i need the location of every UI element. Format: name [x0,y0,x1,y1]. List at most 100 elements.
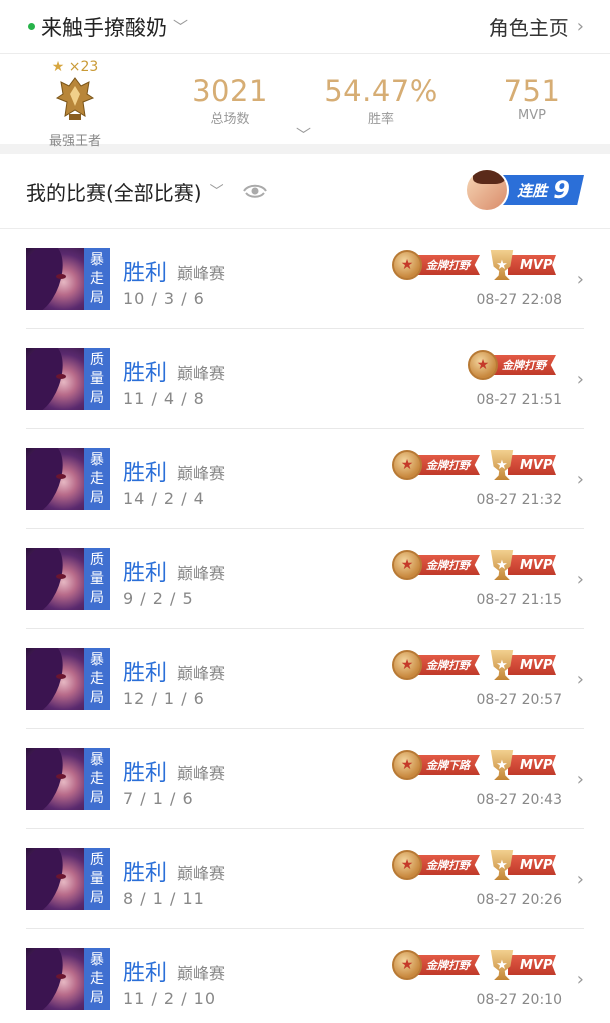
mvp-badge: ★ MVP [488,950,556,980]
match-kda: 11 / 2 / 10 [123,989,217,1008]
match-mode-tag: 暴 走 局 [84,448,110,510]
match-time: 08-27 20:43 [476,792,562,808]
gold-badge-label: 金牌打野 [414,655,480,675]
match-kda: 14 / 2 / 4 [123,489,205,508]
gold-medal-badge: ★ 金牌打野 [392,950,480,980]
hero-block: 质 量 局 [26,848,110,910]
chevron-right-icon: › [576,669,584,690]
match-result: 胜利 [123,761,168,786]
match-row[interactable]: 暴 走 局 胜利 巅峰赛 11 / 2 / 10 ★ 金牌打野 ★ MVP 08… [26,929,584,1023]
match-row[interactable]: 暴 走 局 胜利 巅峰赛 10 / 3 / 6 ★ 金牌打野 ★ MVP 08-… [26,229,584,329]
mode-char: 走 [90,470,104,487]
mode-char: 局 [90,589,104,606]
mode-char: 量 [90,870,104,887]
match-time: 08-27 20:26 [476,892,562,908]
role-homepage-link[interactable]: 角色主页 › [489,12,584,41]
mode-char: 量 [90,370,104,387]
medal-icon: ★ [392,450,422,480]
medal-icon: ★ [392,250,422,280]
mode-char: 量 [90,570,104,587]
match-kda: 11 / 4 / 8 [123,389,205,408]
hero-avatar [26,848,84,910]
eye-icon[interactable] [242,178,268,204]
match-mode-tag: 暴 走 局 [84,748,110,810]
match-mode-tag: 质 量 局 [84,548,110,610]
medal-icon: ★ [392,750,422,780]
medal-icon: ★ [468,350,498,380]
stat-value: 751 [503,74,561,108]
online-status-dot [28,23,35,30]
win-streak-badge: 连胜 9 [465,168,584,212]
match-row[interactable]: 质 量 局 胜利 巅峰赛 11 / 4 / 8 ★ 金牌打野 ★ 08-27 2… [26,329,584,429]
match-result: 胜利 [123,861,168,886]
stat-label: MVP [518,108,546,123]
match-mode-tag: 质 量 局 [84,348,110,410]
match-row[interactable]: 暴 走 局 胜利 巅峰赛 12 / 1 / 6 ★ 金牌打野 ★ MVP 08-… [26,629,584,729]
mode-char: 暴 [90,451,104,468]
match-type: 巅峰赛 [177,264,226,283]
chevron-right-icon: › [576,469,584,490]
gold-medal-badge: ★ 金牌打野 [392,650,480,680]
star-count: ×23 [68,59,99,75]
expand-stats-chevron-icon[interactable]: ﹀ [296,124,311,145]
mvp-label: MVP [508,455,556,475]
mode-char: 暴 [90,251,104,268]
match-kda: 7 / 1 / 6 [123,789,194,808]
rank-emblem-icon [55,77,95,120]
match-result: 胜利 [123,461,168,486]
mvp-badge: ★ MVP [488,650,556,680]
top-bar: 来触手撩酸奶 ﹀ 角色主页 › [0,0,610,54]
gold-medal-badge: ★ 金牌下路 [392,750,480,780]
match-row[interactable]: 暴 走 局 胜利 巅峰赛 7 / 1 / 6 ★ 金牌下路 ★ MVP 08-2… [26,729,584,829]
chevron-right-icon: › [576,369,584,390]
match-kda: 12 / 1 / 6 [123,689,205,708]
mode-char: 局 [90,489,104,506]
match-result: 胜利 [123,661,168,686]
mode-char: 暴 [90,951,104,968]
hero-block: 暴 走 局 [26,948,110,1010]
mode-char: 质 [90,851,104,868]
match-type: 巅峰赛 [177,864,226,883]
mode-char: 局 [90,289,104,306]
chevron-right-icon: › [576,969,584,990]
mvp-label: MVP [508,855,556,875]
gold-badge-label: 金牌下路 [414,755,480,775]
match-badges: ★ 金牌打野 ★ MVP [392,850,556,880]
hero-block: 暴 走 局 [26,248,110,310]
match-type: 巅峰赛 [177,464,226,483]
chevron-down-icon[interactable]: ﹀ [210,181,224,201]
rank-block[interactable]: ★ ×23 最强王者 [40,60,110,149]
hero-avatar [26,548,84,610]
gold-medal-badge: ★ 金牌打野 [392,250,480,280]
gold-badge-label: 金牌打野 [414,255,480,275]
mvp-badge: ★ MVP [488,750,556,780]
match-section-header: 我的比赛(全部比赛) ﹀ 连胜 9 [0,154,610,229]
match-badges: ★ 金牌打野 ★ [468,350,556,380]
hero-block: 质 量 局 [26,548,110,610]
mode-char: 走 [90,770,104,787]
hero-block: 暴 走 局 [26,748,110,810]
mvp-label: MVP [508,555,556,575]
match-row[interactable]: 质 量 局 胜利 巅峰赛 9 / 2 / 5 ★ 金牌打野 ★ MVP 08-2… [26,529,584,629]
mvp-label: MVP [508,255,556,275]
match-time: 08-27 21:32 [476,492,562,508]
mode-char: 局 [90,389,104,406]
player-switcher[interactable]: 来触手撩酸奶 ﹀ [28,12,188,42]
match-badges: ★ 金牌打野 ★ MVP [392,450,556,480]
mvp-label: MVP [508,955,556,975]
match-type: 巅峰赛 [177,364,226,383]
stats-panel: ★ ×23 最强王者 3021 总场数 54.47% 胜率 751 MVP ﹀ [0,54,610,154]
gold-badge-label: 金牌打野 [414,455,480,475]
match-time: 08-27 20:57 [476,692,562,708]
match-row[interactable]: 暴 走 局 胜利 巅峰赛 14 / 2 / 4 ★ 金牌打野 ★ MVP 08-… [26,429,584,529]
match-time: 08-27 21:51 [476,392,562,408]
gold-badge-label: 金牌打野 [414,955,480,975]
match-result: 胜利 [123,361,168,386]
match-row[interactable]: 质 量 局 胜利 巅峰赛 8 / 1 / 11 ★ 金牌打野 ★ MVP 08-… [26,829,584,929]
mvp-label: MVP [508,655,556,675]
hero-avatar [26,748,84,810]
stat-value: 54.47% [324,74,438,108]
match-mode-tag: 暴 走 局 [84,648,110,710]
match-filter-title[interactable]: 我的比赛(全部比赛) [26,177,202,206]
chevron-right-icon: › [576,769,584,790]
